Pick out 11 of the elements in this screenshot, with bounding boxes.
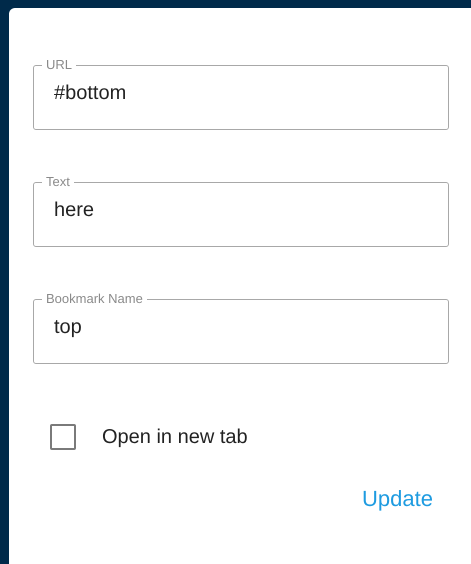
field-label: Text (46, 174, 70, 189)
checkbox[interactable] (50, 424, 76, 450)
field-label: URL (46, 57, 72, 72)
field-value: top (54, 315, 82, 340)
checkbox-label: Open in new tab (102, 425, 248, 450)
text-field[interactable]: URL #bottom (33, 58, 449, 130)
text-field[interactable]: Text here (33, 175, 449, 247)
field-value: here (54, 198, 94, 223)
field-value: #bottom (54, 81, 126, 106)
field-label: Bookmark Name (46, 291, 143, 306)
text-field[interactable]: Bookmark Name top (33, 292, 449, 364)
